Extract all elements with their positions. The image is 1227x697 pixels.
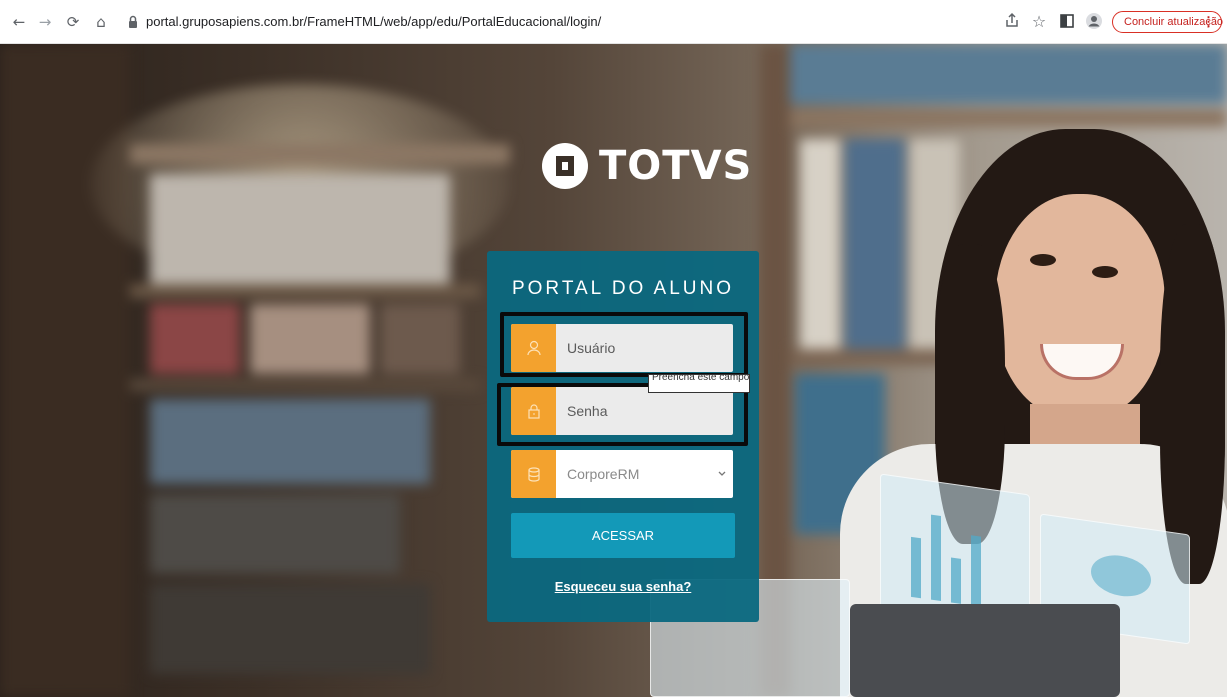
validation-tooltip: Preencha este campo. [648,374,750,393]
menu-dots-icon[interactable]: ⋮ [1202,12,1215,32]
browser-toolbar: ← → ⟳ ⌂ portal.gruposapiens.com.br/Frame… [0,0,1227,44]
forgot-password-link[interactable]: Esqueceu sua senha? [487,579,759,594]
back-arrow-icon[interactable]: ← [8,11,30,33]
forward-arrow-icon[interactable]: → [34,11,56,33]
address-bar[interactable]: portal.gruposapiens.com.br/FrameHTML/web… [146,12,601,32]
lock-icon[interactable] [128,15,138,29]
alias-selected-value: CorporeRM [567,466,640,482]
alias-select[interactable]: CorporeRM [511,450,733,498]
logo-text: TOTVS [599,143,753,189]
sidepanel-icon[interactable] [1060,14,1074,28]
star-icon[interactable]: ☆ [1030,11,1048,31]
totvs-logo-icon [542,143,588,189]
tablet [850,604,1120,697]
submit-button[interactable]: ACESSAR [511,513,735,558]
database-icon [511,450,556,498]
totvs-logo: TOTVS [541,142,752,190]
reload-icon[interactable]: ⟳ [62,11,84,33]
share-icon[interactable] [1004,11,1020,29]
portal-title: PORTAL DO ALUNO [511,278,735,299]
username-highlight-box [500,312,748,377]
chevron-down-icon[interactable] [717,467,727,481]
profile-icon[interactable] [1086,13,1102,29]
update-button[interactable]: Concluir atualização ⋮ [1112,11,1223,33]
home-icon[interactable]: ⌂ [90,11,112,33]
